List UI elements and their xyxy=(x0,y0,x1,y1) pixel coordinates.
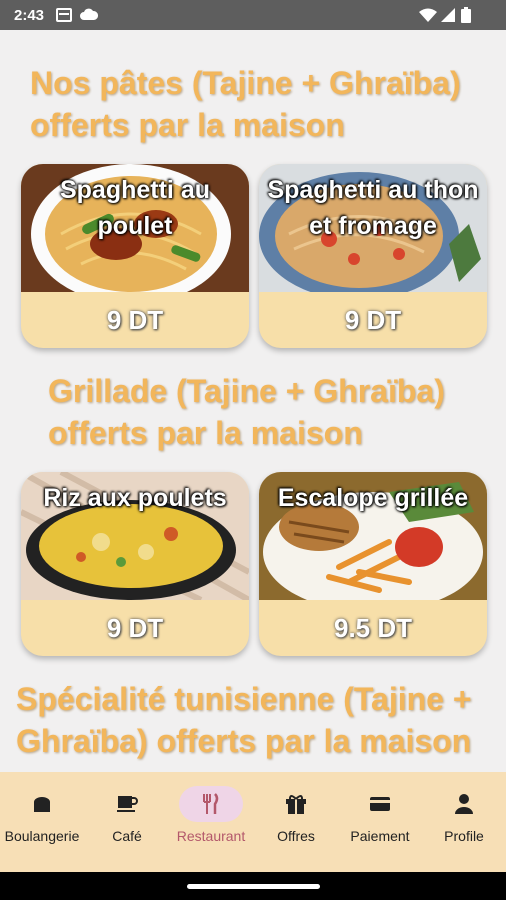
dish-price: 9 DT xyxy=(106,305,164,335)
home-indicator[interactable] xyxy=(187,884,320,889)
calendar-icon xyxy=(56,8,72,22)
dish-card-spaghetti-poulet[interactable]: Spaghetti au poulet 9 DT xyxy=(21,164,249,348)
restaurant-icon xyxy=(203,793,219,814)
nav-label: Paiement xyxy=(350,828,410,844)
wifi-icon xyxy=(419,8,437,22)
dish-price: 9 DT xyxy=(106,613,164,643)
bottom-navigation: Boulangerie Café Restaurant Offres Paiem… xyxy=(0,772,506,872)
dish-name: Spaghetti au poulet xyxy=(59,176,210,240)
battery-icon xyxy=(461,7,471,23)
nav-item-profile[interactable]: Profile xyxy=(422,786,506,845)
nav-item-offres[interactable]: Offres xyxy=(254,786,338,845)
section-title-pasta: Nos pâtes (Tajine + Ghraïba) offerts par… xyxy=(30,65,461,143)
card-icon xyxy=(370,797,390,811)
dish-name: Riz aux poulets xyxy=(43,484,227,512)
coffee-icon xyxy=(117,796,138,812)
dish-name: Escalope grillée xyxy=(277,484,469,512)
section-title-grillade: Grillade (Tajine + Ghraïba) offerts par … xyxy=(48,373,445,451)
gift-icon xyxy=(286,795,306,814)
menu-content[interactable]: Nos pâtes (Tajine + Ghraïba) offerts par… xyxy=(0,30,506,772)
status-bar: 2:43 xyxy=(0,0,506,30)
nav-item-restaurant[interactable]: Restaurant xyxy=(169,786,253,845)
cloud-icon xyxy=(80,8,98,20)
status-time: 2:43 xyxy=(14,7,45,24)
bread-icon xyxy=(34,797,50,812)
dish-card-spaghetti-thon[interactable]: Spaghetti au thon et fromage 9 DT xyxy=(259,164,487,348)
nav-label: Restaurant xyxy=(176,828,246,844)
gesture-bar xyxy=(0,872,506,900)
section-title-specialite: Spécialité tunisienne (Tajine + Ghraïba)… xyxy=(16,681,472,759)
person-icon xyxy=(455,794,473,814)
dish-card-riz-poulets[interactable]: Riz aux poulets 9 DT xyxy=(21,472,249,656)
nav-label: Offres xyxy=(277,828,315,844)
dish-price: 9 DT xyxy=(344,305,402,335)
nav-label: Profile xyxy=(444,828,484,844)
signal-icon xyxy=(441,8,455,22)
nav-label: Boulangerie xyxy=(4,828,80,844)
nav-item-paiement[interactable]: Paiement xyxy=(338,786,422,845)
dish-card-escalope-grillee[interactable]: Escalope grillée 9.5 DT xyxy=(259,472,487,656)
nav-item-boulangerie[interactable]: Boulangerie xyxy=(0,786,84,845)
dish-name: Spaghetti au thon et fromage xyxy=(267,176,479,240)
nav-label: Café xyxy=(112,828,142,844)
dish-price: 9.5 DT xyxy=(333,613,413,643)
nav-item-cafe[interactable]: Café xyxy=(85,786,169,845)
